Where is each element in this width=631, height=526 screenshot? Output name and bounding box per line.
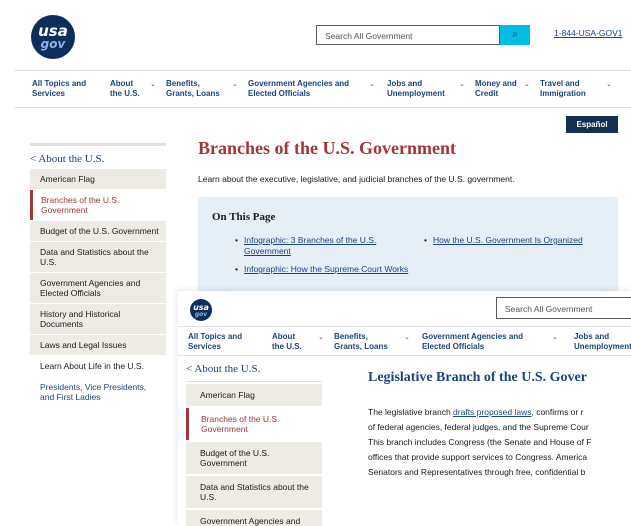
search-button[interactable]: ⌕ [500,25,530,45]
search-input[interactable]: Search All Government [496,297,631,319]
front-browser-page: usa gov Search All Government All Topics… [178,291,631,526]
body-line: Senators and Representatives through fre… [368,467,586,477]
search-input[interactable]: Search All Government [316,25,500,45]
body-line: offices that provide support services to… [368,452,588,462]
sidebar-item-budget[interactable]: Budget of the U.S. Government [186,442,322,474]
chevron-down-icon[interactable]: ⌄ [524,80,530,88]
nav-about-us[interactable]: About the U.S. [110,79,140,99]
sidebar-back-link[interactable]: < About the U.S. [30,143,166,165]
usagov-logo[interactable]: usa gov [31,15,75,59]
chevron-down-icon[interactable]: ⌄ [232,80,238,88]
nav-label: About [110,79,134,88]
nav-label: Immigration [540,89,586,98]
nav-label: Unemployment [387,89,445,98]
nav-jobs[interactable]: Jobs and Unemployment [574,332,631,352]
nav-label: Unemployment [574,342,631,351]
chevron-down-icon[interactable]: ⌄ [552,333,558,341]
nav-all-topics[interactable]: All Topics and Services [32,79,86,99]
sidebar-item-presidents[interactable]: Presidents, Vice Presidents, and First L… [30,377,166,407]
nav-label: Benefits, [166,79,200,88]
chevron-down-icon[interactable]: ⌄ [318,333,324,341]
nav-label: Money and [475,79,517,88]
nav-agencies[interactable]: Government Agencies and Elected Officials [248,79,349,99]
sidebar-item-agencies[interactable]: Government Agencies and Elected Official… [186,510,322,526]
sidebar-back-link[interactable]: < About the U.S. [186,363,322,382]
page-lead: Learn about the executive, legislative, … [198,174,515,184]
nav-about-us[interactable]: About the U.S. [272,332,302,352]
nav-benefits[interactable]: Benefits, Grants, Loans [334,332,388,352]
page-body: The legislative branch drafts proposed l… [368,405,631,480]
phone-link[interactable]: 1-844-USA-GOV1 [554,28,623,38]
nav-label: Credit [475,89,499,98]
chevron-down-icon[interactable]: ⌄ [459,80,465,88]
nav-label: Benefits, [334,332,368,341]
sidebar-item-budget[interactable]: Budget of the U.S. Government [30,221,166,241]
nav-benefits[interactable]: Benefits, Grants, Loans [166,79,220,99]
chevron-down-icon[interactable]: ⌄ [404,333,410,341]
usagov-logo[interactable]: usa gov [190,299,212,321]
body-line: of federal agencies, federal judges, and… [368,422,589,432]
sidebar-item-agencies[interactable]: Government Agencies and Elected Official… [30,273,166,303]
nav-label: All Topics and [188,332,243,341]
nav-label: Grants, Loans [334,342,388,351]
page-title: Branches of the U.S. Government [198,138,456,158]
main-nav: All Topics and Services About the U.S. ⌄ B… [14,70,631,108]
sidebar-nav: American Flag Branches of the U.S. Gover… [30,169,166,408]
nav-label: Jobs and [574,332,610,341]
sidebar-item-american-flag[interactable]: American Flag [186,384,322,406]
drafts-proposed-laws-link[interactable]: drafts proposed laws [453,407,531,417]
sidebar-nav: American Flag Branches of the U.S. Gover… [186,384,322,526]
sidebar-item-branches[interactable]: Branches of the U.S. Government [30,190,166,220]
otp-link-infographic-branches[interactable]: Infographic: 3 Branches of the U.S. Gove… [235,235,404,257]
nav-label: Government Agencies and [422,332,524,341]
espanol-button[interactable]: Español [566,116,618,133]
body-text: , confirms or r [531,407,584,417]
logo-text-gov: gov [194,311,208,318]
site-header: usa gov Search All Government ⌕ 1-844-US… [14,0,631,70]
sidebar-item-laws[interactable]: Laws and Legal Issues [30,335,166,355]
otp-link-how-organized[interactable]: How the U.S. Government Is Organized [424,235,613,246]
nav-label: the U.S. [272,342,302,351]
nav-agencies[interactable]: Government Agencies and Elected Officials [422,332,523,352]
nav-label: Services [32,89,65,98]
nav-label: Government Agencies and [248,79,350,88]
nav-money[interactable]: Money and Credit [475,79,517,99]
sidebar-item-history[interactable]: History and Historical Documents [30,304,166,334]
chevron-down-icon[interactable]: ⌄ [150,80,156,88]
sidebar-item-data-statistics[interactable]: Data and Statistics about the U.S. [186,476,322,508]
nav-label: Jobs and [387,79,423,88]
chevron-down-icon[interactable]: ⌄ [606,80,612,88]
search-icon: ⌕ [512,29,518,40]
nav-label: Elected Officials [248,89,311,98]
main-nav: All Topics and Services About the U.S. ⌄ B… [178,326,631,356]
sidebar-item-branches[interactable]: Branches of the U.S. Government [186,408,322,440]
body-text: The legislative branch [368,407,454,417]
otp-link-infographic-supreme-court[interactable]: Infographic: How the Supreme Court Works [235,264,414,275]
nav-travel[interactable]: Travel and Immigration [540,79,586,99]
nav-label: Grants, Loans [166,89,220,98]
body-line: This branch includes Congress (the Senat… [368,437,592,447]
sidebar-item-american-flag[interactable]: American Flag [30,169,166,189]
nav-all-topics[interactable]: All Topics and Services [188,332,242,352]
nav-label: Travel and [540,79,580,88]
chevron-down-icon[interactable]: ⌄ [369,80,375,88]
logo-text-gov: gov [40,37,66,51]
sidebar-item-life-in-us[interactable]: Learn About Life in the U.S. [30,356,166,376]
nav-jobs[interactable]: Jobs and Unemployment [387,79,445,99]
sidebar-item-data-statistics[interactable]: Data and Statistics about the U.S. [30,242,166,272]
page-title: Legislative Branch of the U.S. Gover [368,370,587,385]
nav-label: All Topics and [32,79,87,88]
on-this-page-heading: On This Page [212,211,276,223]
nav-label: the U.S. [110,89,140,98]
on-this-page-box: On This Page Infographic: 3 Branches of … [198,197,618,297]
nav-label: Elected Officials [422,342,485,351]
nav-label: About [272,332,296,341]
nav-label: Services [188,342,221,351]
body-line: The legislative branch drafts proposed l… [368,405,631,420]
